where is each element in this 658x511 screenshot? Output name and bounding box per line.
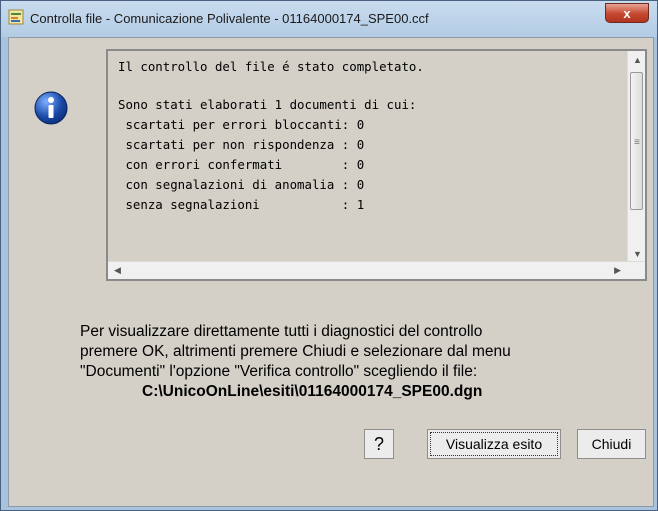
vertical-scroll-thumb[interactable]: ≡ [630, 72, 643, 210]
show-result-label: Visualizza esito [430, 432, 558, 456]
instruction-message: Per visualizzare direttamente tutti i di… [80, 322, 658, 402]
message-line: "Documenti" l'opzione "Verifica controll… [80, 363, 478, 380]
log-line: con errori confermati : 0 [118, 157, 365, 172]
message-line: Per visualizzare direttamente tutti i di… [80, 323, 483, 340]
log-line: con segnalazioni di anomalia : 0 [118, 177, 365, 192]
log-line: Il controllo del file é stato completato… [118, 59, 424, 74]
log-line: Sono stati elaborati 1 documenti di cui: [118, 97, 417, 112]
log-line: scartati per non rispondenza : 0 [118, 137, 365, 152]
diagnostic-file-path: C:\UnicoOnLine\esiti\01164000174_SPE00.d… [142, 383, 483, 400]
horizontal-scrollbar[interactable]: ◀ ▶ [108, 261, 645, 279]
title-bar[interactable]: Controlla file - Comunicazione Polivalen… [1, 1, 657, 37]
show-result-button[interactable]: Visualizza esito [427, 429, 561, 459]
message-line: premere OK, altrimenti premere Chiudi e … [80, 343, 511, 360]
log-line: scartati per errori bloccanti: 0 [118, 117, 365, 132]
close-button[interactable]: Chiudi [577, 429, 646, 459]
scroll-left-icon[interactable]: ◀ [114, 265, 121, 276]
log-text-area[interactable]: Il controllo del file é stato completato… [108, 51, 627, 263]
app-form-icon [8, 9, 24, 25]
scroll-right-icon[interactable]: ▶ [614, 265, 621, 276]
scroll-up-icon[interactable]: ▲ [633, 55, 642, 65]
help-button[interactable]: ? [364, 429, 394, 459]
scroll-down-icon[interactable]: ▼ [633, 249, 642, 259]
grip-icon: ≡ [634, 137, 640, 148]
log-textbox[interactable]: Il controllo del file é stato completato… [106, 49, 647, 281]
log-line: senza segnalazioni : 1 [118, 197, 365, 212]
window-title: Controlla file - Comunicazione Polivalen… [30, 11, 429, 26]
close-window-button[interactable]: x [605, 3, 649, 23]
dialog-window: Controlla file - Comunicazione Polivalen… [0, 0, 658, 511]
vertical-scrollbar[interactable]: ▲ ≡ ▼ [627, 51, 645, 263]
info-icon [34, 91, 68, 125]
